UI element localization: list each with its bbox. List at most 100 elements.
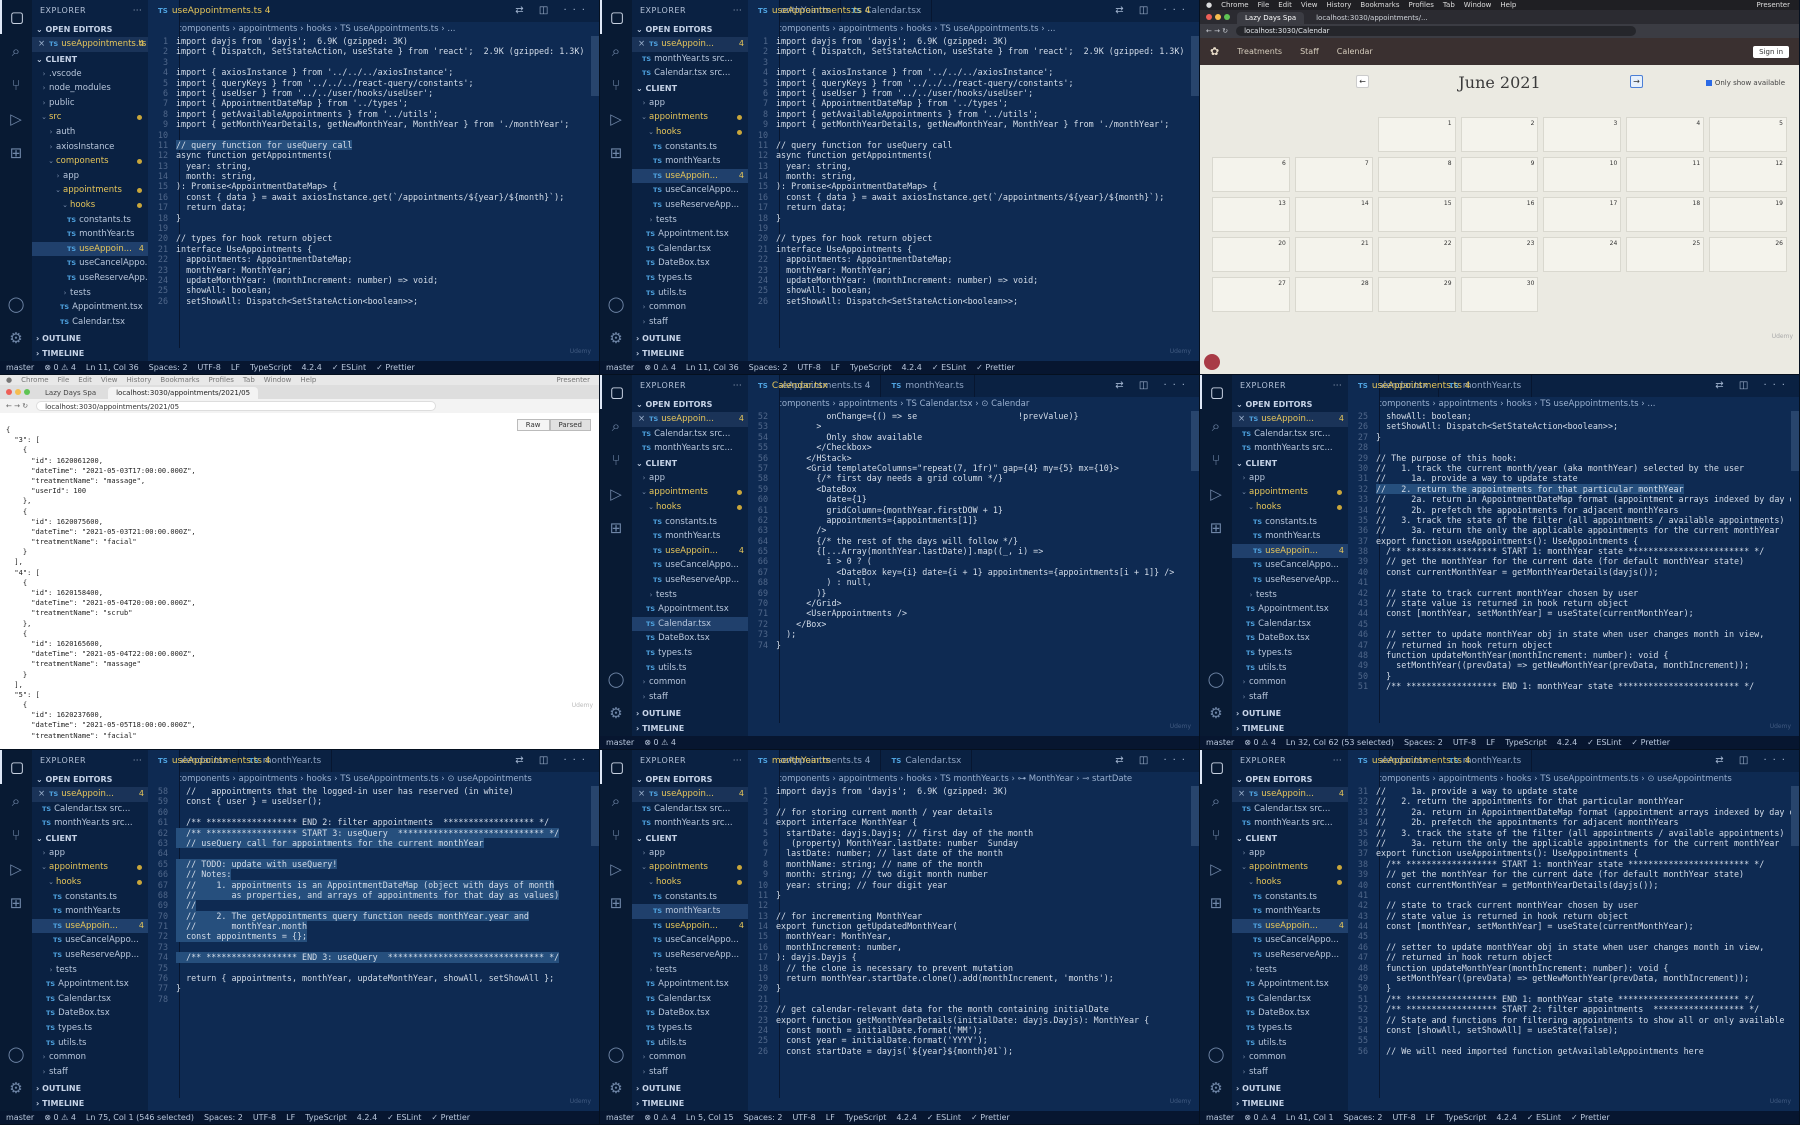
tree-item[interactable]: TS Calendar.tsx (632, 992, 748, 1007)
tree-item[interactable]: TS constants.ts (632, 515, 748, 530)
menu-item[interactable]: Window (264, 375, 292, 385)
open-editor-item[interactable]: TS monthYear.ts src... (632, 816, 748, 831)
tree-item[interactable]: › app (632, 846, 748, 861)
status-item[interactable]: UTF-8 (1453, 738, 1476, 747)
account-icon[interactable]: ◯ (0, 287, 32, 321)
status-item[interactable]: Ln 11, Col 36 (686, 363, 739, 372)
menu-item[interactable]: Help (300, 375, 316, 385)
menu-item[interactable]: Tab (243, 375, 255, 385)
menu-item[interactable]: View (101, 375, 118, 385)
open-editors-section[interactable]: ⌄ OPEN EDITORS (32, 22, 148, 37)
tree-item[interactable]: TS useReserveApp... (1232, 573, 1348, 588)
tree-item[interactable]: ⌄ hooks (32, 198, 148, 213)
gear-icon[interactable]: ⚙ (600, 696, 632, 730)
code-editor[interactable]: 52 onChange={() => se !prevValue)} 53 >54… (748, 411, 1191, 736)
menu-item[interactable]: Edit (78, 375, 92, 385)
apple-icon[interactable]: ● (1206, 0, 1212, 10)
extensions-icon[interactable]: ⊞ (600, 886, 632, 920)
tree-item[interactable]: › tests (632, 963, 748, 978)
scrollbar[interactable] (1791, 411, 1799, 471)
tree-item[interactable]: TS useAppoin... 4 (1232, 543, 1348, 559)
open-editor-item[interactable]: TS monthYear.ts src... (1232, 441, 1348, 456)
account-icon[interactable]: ◯ (0, 1037, 32, 1071)
status-item[interactable]: Spaces: 2 (204, 1113, 243, 1122)
tree-item[interactable]: TS useReserveApp... (32, 948, 148, 963)
client-folder-section[interactable]: ⌄ CLIENT (32, 831, 148, 846)
tree-item[interactable]: TS useAppoin... 4 (32, 241, 148, 257)
tree-item[interactable]: ⌄ appointments (1232, 860, 1348, 875)
url-input[interactable]: localhost:3030/Calendar (1236, 26, 1637, 36)
code-editor[interactable]: 25 showAll: boolean; 26 setShowAll: Dispa… (1348, 411, 1791, 736)
menu-item[interactable]: Bookmarks (1360, 0, 1399, 10)
tree-item[interactable]: › common (1232, 1050, 1348, 1065)
status-item[interactable]: master (6, 1113, 34, 1122)
extensions-icon[interactable]: ⊞ (1200, 511, 1232, 545)
status-item[interactable]: master (606, 738, 634, 747)
open-editor-item[interactable]: TS Calendar.tsx src... (632, 427, 748, 442)
tree-item[interactable]: TS useAppoin... 4 (632, 919, 748, 934)
open-editor-item[interactable]: TS monthYear.ts src... (1232, 816, 1348, 831)
status-item[interactable]: UTF-8 (798, 363, 821, 372)
status-item[interactable]: ✓ Prettier (1571, 1113, 1610, 1122)
gear-icon[interactable]: ⚙ (0, 1071, 32, 1105)
search-icon[interactable]: ⌕ (1200, 409, 1232, 443)
tree-item[interactable]: › public (32, 96, 148, 111)
tree-item[interactable]: TS Appointment.tsx (632, 602, 748, 617)
tree-item[interactable]: TS DateBox.tsx (632, 631, 748, 646)
calendar-day[interactable]: 23 (1460, 237, 1539, 272)
tree-item[interactable]: ⌄ appointments (632, 110, 748, 125)
tree-item[interactable]: TS Appointment.tsx (1232, 602, 1348, 617)
timeline-section[interactable]: › TIMELINE (32, 346, 148, 361)
tree-item[interactable]: TS constants.ts (632, 890, 748, 905)
open-editor-item[interactable]: TS Calendar.tsx src... (1232, 802, 1348, 817)
calendar-day[interactable]: 1 (1377, 117, 1456, 152)
tree-item[interactable]: › tests (32, 286, 148, 301)
extensions-icon[interactable]: ⊞ (0, 136, 32, 170)
tree-item[interactable]: TS constants.ts (32, 213, 148, 228)
outline-section[interactable]: › OUTLINE (1232, 1081, 1348, 1096)
open-editor-item[interactable]: TS Calendar.tsx src... (632, 66, 748, 81)
status-item[interactable]: TypeScript (850, 363, 892, 372)
tree-item[interactable]: ⌄ hooks (632, 875, 748, 890)
status-item[interactable]: ⊗ 0 ⚠ 4 (44, 1113, 76, 1122)
open-editor-item[interactable]: × TS useAppoin... 4 (1232, 412, 1348, 427)
status-item[interactable]: ✓ ESLint (927, 1113, 961, 1122)
tree-item[interactable]: › app (1232, 846, 1348, 861)
tree-item[interactable]: TS monthYear.ts (632, 154, 748, 169)
calendar-day[interactable]: 19 (1709, 197, 1787, 232)
calendar-day[interactable]: 17 (1543, 197, 1622, 232)
tree-item[interactable]: TS constants.ts (1232, 515, 1348, 530)
nav-staff[interactable]: Staff (1300, 47, 1319, 56)
menu-item[interactable]: Window (1464, 0, 1492, 10)
tree-item[interactable]: TS Calendar.tsx (32, 992, 148, 1007)
tree-item[interactable]: TS useReserveApp... (632, 198, 748, 213)
calendar-day[interactable]: 11 (1626, 157, 1705, 192)
status-item[interactable]: 4.2.4 (896, 1113, 916, 1122)
search-icon[interactable]: ⌕ (0, 784, 32, 818)
extensions-icon[interactable]: ⊞ (600, 511, 632, 545)
tree-item[interactable]: TS useReserveApp... (632, 573, 748, 588)
scrollbar[interactable] (1191, 411, 1199, 471)
files-icon[interactable]: ▢ (600, 750, 632, 784)
tree-item[interactable]: › auth (32, 125, 148, 140)
calendar-day[interactable]: 22 (1377, 237, 1456, 272)
tree-item[interactable]: › app (632, 96, 748, 111)
tree-item[interactable]: TS useCancelAppo... (632, 933, 748, 948)
tree-item[interactable]: › common (632, 1050, 748, 1065)
next-month-button[interactable]: → (1630, 75, 1643, 88)
open-editors-section[interactable]: ⌄ OPEN EDITORS (32, 772, 148, 787)
timeline-section[interactable]: › TIMELINE (632, 1096, 748, 1111)
tree-item[interactable]: ⌄ appointments (1232, 485, 1348, 500)
reload-icon[interactable]: ↻ (1222, 27, 1228, 35)
back-icon[interactable]: ← (6, 402, 12, 410)
close-icon[interactable]: × (638, 39, 645, 49)
editor-actions-icon[interactable]: ⇄ ◫ ··· (1715, 750, 1799, 772)
source-control-icon[interactable]: ⑂ (600, 443, 632, 477)
spa-logo-icon[interactable]: ✿ (1210, 45, 1219, 58)
forward-icon[interactable]: → (14, 402, 20, 410)
breadcrumb[interactable]: src › components › appointments › hooks … (148, 772, 599, 786)
run-debug-icon[interactable]: ▷ (600, 852, 632, 886)
reload-icon[interactable]: ↻ (22, 402, 28, 410)
tree-item[interactable]: TS DateBox.tsx (632, 1006, 748, 1021)
status-item[interactable]: Ln 75, Col 1 (546 selected) (86, 1113, 194, 1122)
